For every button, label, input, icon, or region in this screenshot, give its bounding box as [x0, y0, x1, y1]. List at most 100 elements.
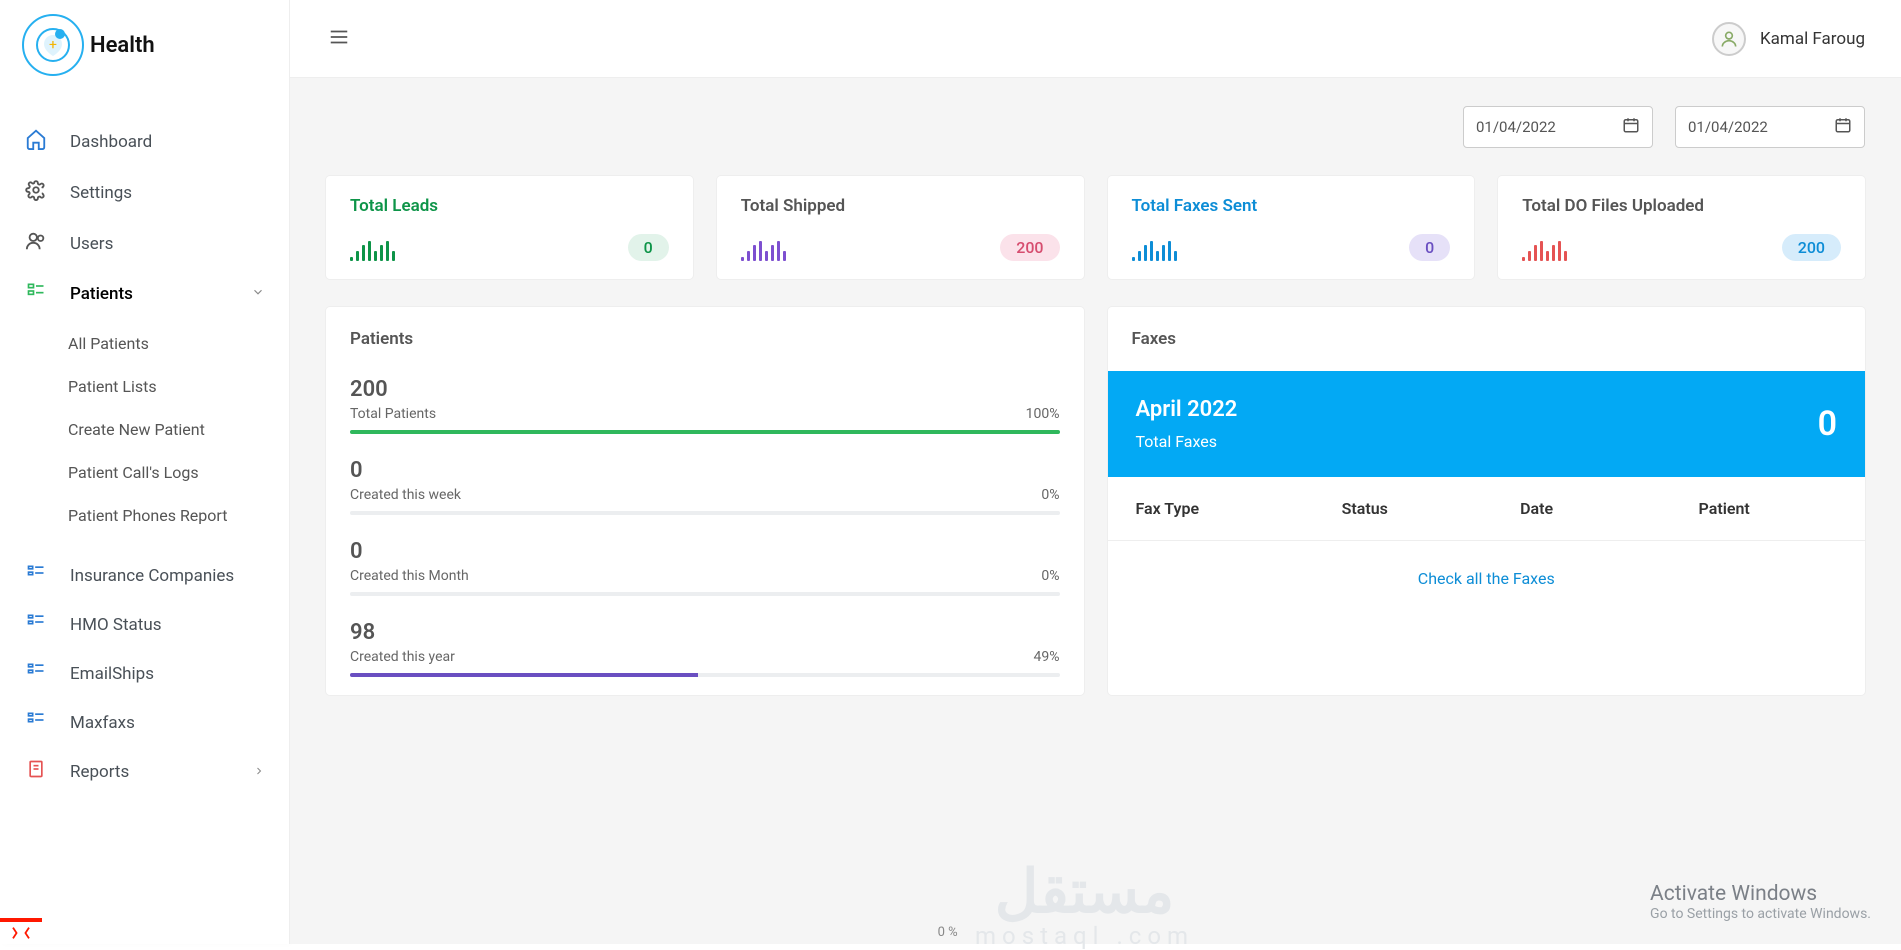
progress-bar: [350, 592, 1060, 596]
check-all-faxes-link[interactable]: Check all the Faxes: [1418, 569, 1555, 588]
card-value: 200: [1782, 234, 1841, 261]
col-patient: Patient: [1699, 499, 1837, 518]
card-total-faxes: Total Faxes Sent 0: [1108, 176, 1475, 279]
sub-patient-lists[interactable]: Patient Lists: [68, 365, 289, 408]
user-menu[interactable]: Kamal Faroug: [1712, 22, 1865, 56]
sidebar-item-maxfaxs[interactable]: Maxfaxs: [0, 698, 289, 747]
fax-link-row: Check all the Faxes: [1108, 541, 1866, 618]
progress-bar: [350, 673, 1060, 677]
fax-hero: April 2022 Total Faxes 0: [1108, 371, 1866, 477]
panel-title: Patients: [326, 307, 1084, 371]
sub-call-logs[interactable]: Patient Call's Logs: [68, 451, 289, 494]
sidebar-item-label: Settings: [70, 183, 132, 203]
content: 01/04/2022 01/04/2022 Total Leads 0: [290, 78, 1901, 944]
report-icon: [24, 759, 48, 784]
date-to-value: 01/04/2022: [1688, 118, 1768, 136]
chevron-down-icon: [251, 284, 265, 304]
sub-phone-report[interactable]: Patient Phones Report: [68, 494, 289, 537]
home-icon: [24, 128, 48, 155]
sidebar: + Health Dashboard Settings Users Patien…: [0, 0, 290, 944]
sidebar-item-patients[interactable]: Patients: [0, 269, 289, 318]
stat-week: 0 Created this week0%: [326, 452, 1084, 533]
progress-bar: [350, 511, 1060, 515]
sidebar-item-users[interactable]: Users: [0, 218, 289, 269]
col-date: Date: [1520, 499, 1658, 518]
dev-badge[interactable]: [0, 918, 42, 944]
card-total-shipped: Total Shipped 200: [717, 176, 1084, 279]
date-to[interactable]: 01/04/2022: [1675, 106, 1865, 148]
stat-month: 0 Created this Month0%: [326, 533, 1084, 614]
date-from-value: 01/04/2022: [1476, 118, 1556, 136]
date-range: 01/04/2022 01/04/2022: [326, 106, 1865, 148]
card-title: Total Faxes Sent: [1132, 196, 1451, 216]
list-icon: [24, 710, 48, 735]
watermark: مستقل mostaql .com: [975, 862, 1194, 950]
col-status: Status: [1342, 499, 1480, 518]
sidebar-item-label: HMO Status: [70, 615, 162, 635]
stat-total: 200 Total Patients 100%: [326, 371, 1084, 452]
card-title: Total Leads: [350, 196, 669, 216]
fax-sub: Total Faxes: [1136, 432, 1238, 451]
card-do-files: Total DO Files Uploaded 200: [1498, 176, 1865, 279]
stat-label: Created this year: [350, 649, 455, 665]
panel-title: Faxes: [1108, 307, 1866, 371]
stat-label: Total Patients: [350, 406, 436, 422]
stat-cards: Total Leads 0 Total Shipped 200 Total Fa…: [326, 176, 1865, 279]
sidebar-item-reports[interactable]: Reports: [0, 747, 289, 796]
sidebar-item-label: Patients: [70, 284, 133, 304]
sidebar-item-label: Maxfaxs: [70, 713, 135, 733]
date-from[interactable]: 01/04/2022: [1463, 106, 1653, 148]
stat-value: 200: [350, 377, 1060, 402]
watermark-ar: مستقل: [975, 862, 1194, 922]
card-value: 0: [628, 234, 669, 261]
card-total-leads: Total Leads 0: [326, 176, 693, 279]
list-icon: [24, 563, 48, 588]
faxes-panel: Faxes April 2022 Total Faxes 0 Fax Type …: [1108, 307, 1866, 695]
users-icon: [24, 230, 48, 257]
svg-text:+: +: [49, 37, 57, 53]
sidebar-item-insurance[interactable]: Insurance Companies: [0, 551, 289, 600]
sub-create-patient[interactable]: Create New Patient: [68, 408, 289, 451]
card-title: Total Shipped: [741, 196, 1060, 216]
fax-count: 0: [1818, 404, 1837, 444]
sparkline-icon: [1132, 239, 1177, 261]
sidebar-item-emailships[interactable]: EmailShips: [0, 649, 289, 698]
panels-row: Patients 200 Total Patients 100% 0 Create…: [326, 307, 1865, 695]
card-value: 200: [1000, 234, 1059, 261]
sidebar-item-label: EmailShips: [70, 664, 154, 684]
list-icon: [24, 661, 48, 686]
nav: Dashboard Settings Users Patients All Pa…: [0, 96, 289, 796]
menu-toggle[interactable]: [326, 26, 352, 52]
sidebar-item-label: Dashboard: [70, 132, 152, 152]
col-fax-type: Fax Type: [1136, 499, 1302, 518]
patients-panel: Patients 200 Total Patients 100% 0 Create…: [326, 307, 1084, 695]
stat-value: 0: [350, 458, 1060, 483]
main: Kamal Faroug 01/04/2022 01/04/2022 Total…: [290, 0, 1901, 944]
sidebar-item-dashboard[interactable]: Dashboard: [0, 116, 289, 167]
activate-windows: Activate Windows Go to Settings to activ…: [1650, 882, 1871, 922]
stat-pct: 49%: [1034, 649, 1060, 665]
stat-pct: 0%: [1041, 568, 1059, 584]
watermark-lat: mostaql .com: [975, 922, 1194, 950]
brand: + Health: [0, 0, 289, 96]
brand-title: Health: [90, 33, 155, 58]
sidebar-item-label: Reports: [70, 762, 129, 782]
activate-title: Activate Windows: [1650, 882, 1871, 906]
user-name: Kamal Faroug: [1760, 29, 1865, 49]
stat-pct: 100%: [1026, 406, 1060, 422]
sub-all-patients[interactable]: All Patients: [68, 322, 289, 365]
card-value: 0: [1409, 234, 1450, 261]
gauge-value: 0 %: [938, 925, 958, 940]
list-icon: [24, 281, 48, 306]
sparkline-icon: [350, 239, 395, 261]
stat-year: 98 Created this year49%: [326, 614, 1084, 695]
sidebar-item-settings[interactable]: Settings: [0, 167, 289, 218]
calendar-icon: [1622, 116, 1640, 138]
fax-period: April 2022: [1136, 397, 1238, 422]
calendar-icon: [1834, 116, 1852, 138]
sidebar-item-hmo[interactable]: HMO Status: [0, 600, 289, 649]
activate-sub: Go to Settings to activate Windows.: [1650, 906, 1871, 922]
sparkline-icon: [1522, 239, 1567, 261]
stat-value: 0: [350, 539, 1060, 564]
fax-table-header: Fax Type Status Date Patient: [1108, 477, 1866, 541]
